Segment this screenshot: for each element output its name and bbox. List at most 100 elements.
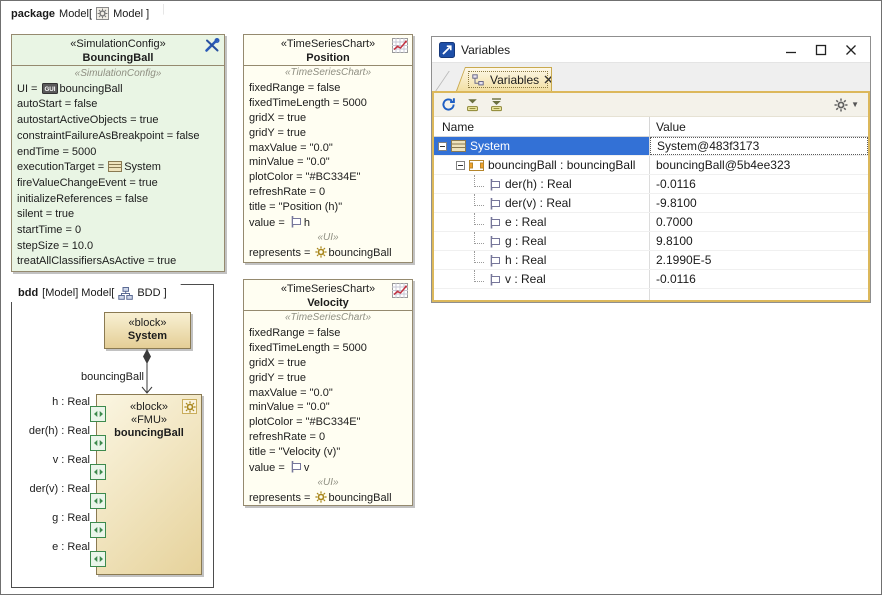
tree-connector (474, 232, 484, 244)
flow-port-icon[interactable] (90, 522, 106, 538)
property-list: fixedRange = false fixedTimeLength = 500… (244, 81, 412, 231)
svg-text:GUI: GUI (44, 86, 55, 93)
tab-strip-slant (435, 71, 460, 91)
import-values-button[interactable] (465, 98, 480, 112)
property-line: value = h (244, 215, 412, 231)
simulation-config-header: «SimulationConfig» BouncingBall (12, 35, 224, 66)
position-chart-name: Position (306, 52, 349, 64)
property-line: minValue = "0.0" (244, 155, 412, 170)
property-line: constraintFailureAsBreakpoint = false (12, 129, 224, 145)
flow-port-icon[interactable] (90, 464, 106, 480)
variable-name: v : Real (505, 272, 546, 286)
frame-context: [Model] Model[ (42, 287, 114, 299)
window-titlebar[interactable]: Variables (432, 37, 870, 63)
property-text: gridY = true (249, 127, 306, 139)
property-line: initializeReferences = false (12, 192, 224, 208)
property-value-ref: v (304, 462, 310, 474)
property-line: fixedTimeLength = 5000 (244, 341, 412, 356)
settings-button[interactable]: ▼ (834, 98, 859, 112)
property-text: gridX = true (249, 112, 306, 124)
flow-port-icon[interactable] (90, 551, 106, 567)
name-cell: g : Real (434, 232, 650, 250)
column-header-value[interactable]: Value (650, 117, 868, 136)
table-row[interactable]: der(h) : Real -0.0116 (434, 175, 868, 194)
flow-port-icon[interactable] (90, 493, 106, 509)
association-role-label[interactable]: bouncingBall (42, 371, 144, 383)
position-chart-box[interactable]: «TimeSeriesChart» Position «TimeSeriesCh… (243, 34, 413, 263)
property-text: title = "Position (h)" (249, 201, 342, 213)
property-line: title = "Velocity (v)" (244, 445, 412, 460)
table-row[interactable]: System System@483f3173 (434, 137, 868, 156)
property-text: title = "Velocity (v)" (249, 446, 340, 458)
expand-toggle[interactable] (438, 142, 447, 151)
simulation-config-box[interactable]: «SimulationConfig» BouncingBall «Simulat… (11, 34, 225, 272)
gui-icon: GUI (42, 83, 58, 94)
value-cell: System@483f3173 (650, 137, 868, 155)
maximize-button[interactable] (806, 39, 836, 61)
variable-name: der(h) : Real (505, 177, 572, 191)
table-row[interactable]: der(v) : Real -9.8100 (434, 194, 868, 213)
part-property-icon (469, 160, 484, 171)
represents-text: represents = (249, 492, 314, 504)
property-value-ref: h (304, 217, 310, 229)
table-row[interactable]: e : Real 0.7000 (434, 213, 868, 232)
property-text: maxValue = "0.0" (249, 387, 333, 399)
property-text: fixedTimeLength = 5000 (249, 342, 367, 354)
variable-rows: System System@483f3173 bouncingBall : bo… (434, 137, 868, 289)
gear-icon (315, 491, 327, 503)
property-text: gridY = true (249, 372, 306, 384)
export-values-button[interactable] (489, 98, 504, 112)
property-text: stepSize = 10.0 (17, 240, 93, 252)
name-cell: e : Real (434, 213, 650, 231)
grid-header: Name Value (434, 117, 868, 137)
table-row[interactable]: g : Real 9.8100 (434, 232, 868, 251)
simulation-config-body: «SimulationConfig» UI = GUIbouncingBall … (12, 66, 224, 270)
value-property-icon (488, 197, 501, 210)
property-line: plotColor = "#BC334E" (244, 415, 412, 430)
section-stereotype: «SimulationConfig» (12, 66, 224, 82)
section-stereotype: «TimeSeriesChart» (244, 66, 412, 81)
column-header-name[interactable]: Name (434, 117, 650, 136)
value-cell: 0.7000 (650, 213, 868, 231)
minimize-button[interactable] (776, 39, 806, 61)
bouncingball-block-name: bouncingBall (114, 427, 184, 439)
property-text: value = (249, 217, 288, 229)
flow-port-icon[interactable] (90, 406, 106, 422)
variables-tab[interactable]: Variables (456, 67, 552, 91)
table-row[interactable]: h : Real 2.1990E-5 (434, 251, 868, 270)
property-line: autoStart = false (12, 97, 224, 113)
diagram-canvas: package Model[ Model ] «SimulationConfig… (0, 0, 882, 595)
variable-value: 2.1990E-5 (656, 253, 711, 267)
package-frame-tab[interactable]: package Model[ Model ] (4, 4, 163, 23)
property-text: plotColor = "#BC334E" (249, 416, 360, 428)
refresh-button[interactable] (441, 97, 456, 112)
variable-value: bouncingBall@5b4ee323 (656, 158, 790, 172)
represents-line: represents = bouncingBall (244, 246, 412, 261)
table-row[interactable]: v : Real -0.0116 (434, 270, 868, 289)
variable-value: 0.7000 (656, 215, 693, 229)
property-line: refreshRate = 0 (244, 430, 412, 445)
close-button[interactable] (836, 39, 866, 61)
frame-diagram-name: BDD ] (137, 287, 166, 299)
bdd-frame-tab[interactable]: bdd [Model] Model[ BDD ] (11, 284, 181, 302)
property-line: startTime = 0 (12, 223, 224, 239)
ui-section-stereotype: «UI» (244, 231, 412, 246)
property-text: refreshRate = 0 (249, 431, 325, 443)
time-series-chart-icon (392, 38, 408, 53)
port-row: der(v) : Real (14, 483, 124, 512)
property-line: minValue = "0.0" (244, 400, 412, 415)
table-row[interactable]: bouncingBall : bouncingBall bouncingBall… (434, 156, 868, 175)
variable-name: g : Real (505, 234, 546, 248)
frame-context: Model[ (59, 8, 92, 20)
flag-icon (289, 215, 302, 228)
velocity-chart-box[interactable]: «TimeSeriesChart» Velocity «TimeSeriesCh… (243, 279, 413, 506)
system-block[interactable]: «block» System (104, 312, 191, 349)
flow-port-icon[interactable] (90, 435, 106, 451)
tab-close-icon[interactable] (544, 75, 553, 84)
tree-connector (474, 175, 484, 187)
expand-toggle[interactable] (456, 161, 465, 170)
port-label: g : Real (14, 512, 90, 524)
property-text: initializeReferences = false (17, 193, 148, 205)
name-cell: v : Real (434, 270, 650, 288)
value-cell: 9.8100 (650, 232, 868, 250)
